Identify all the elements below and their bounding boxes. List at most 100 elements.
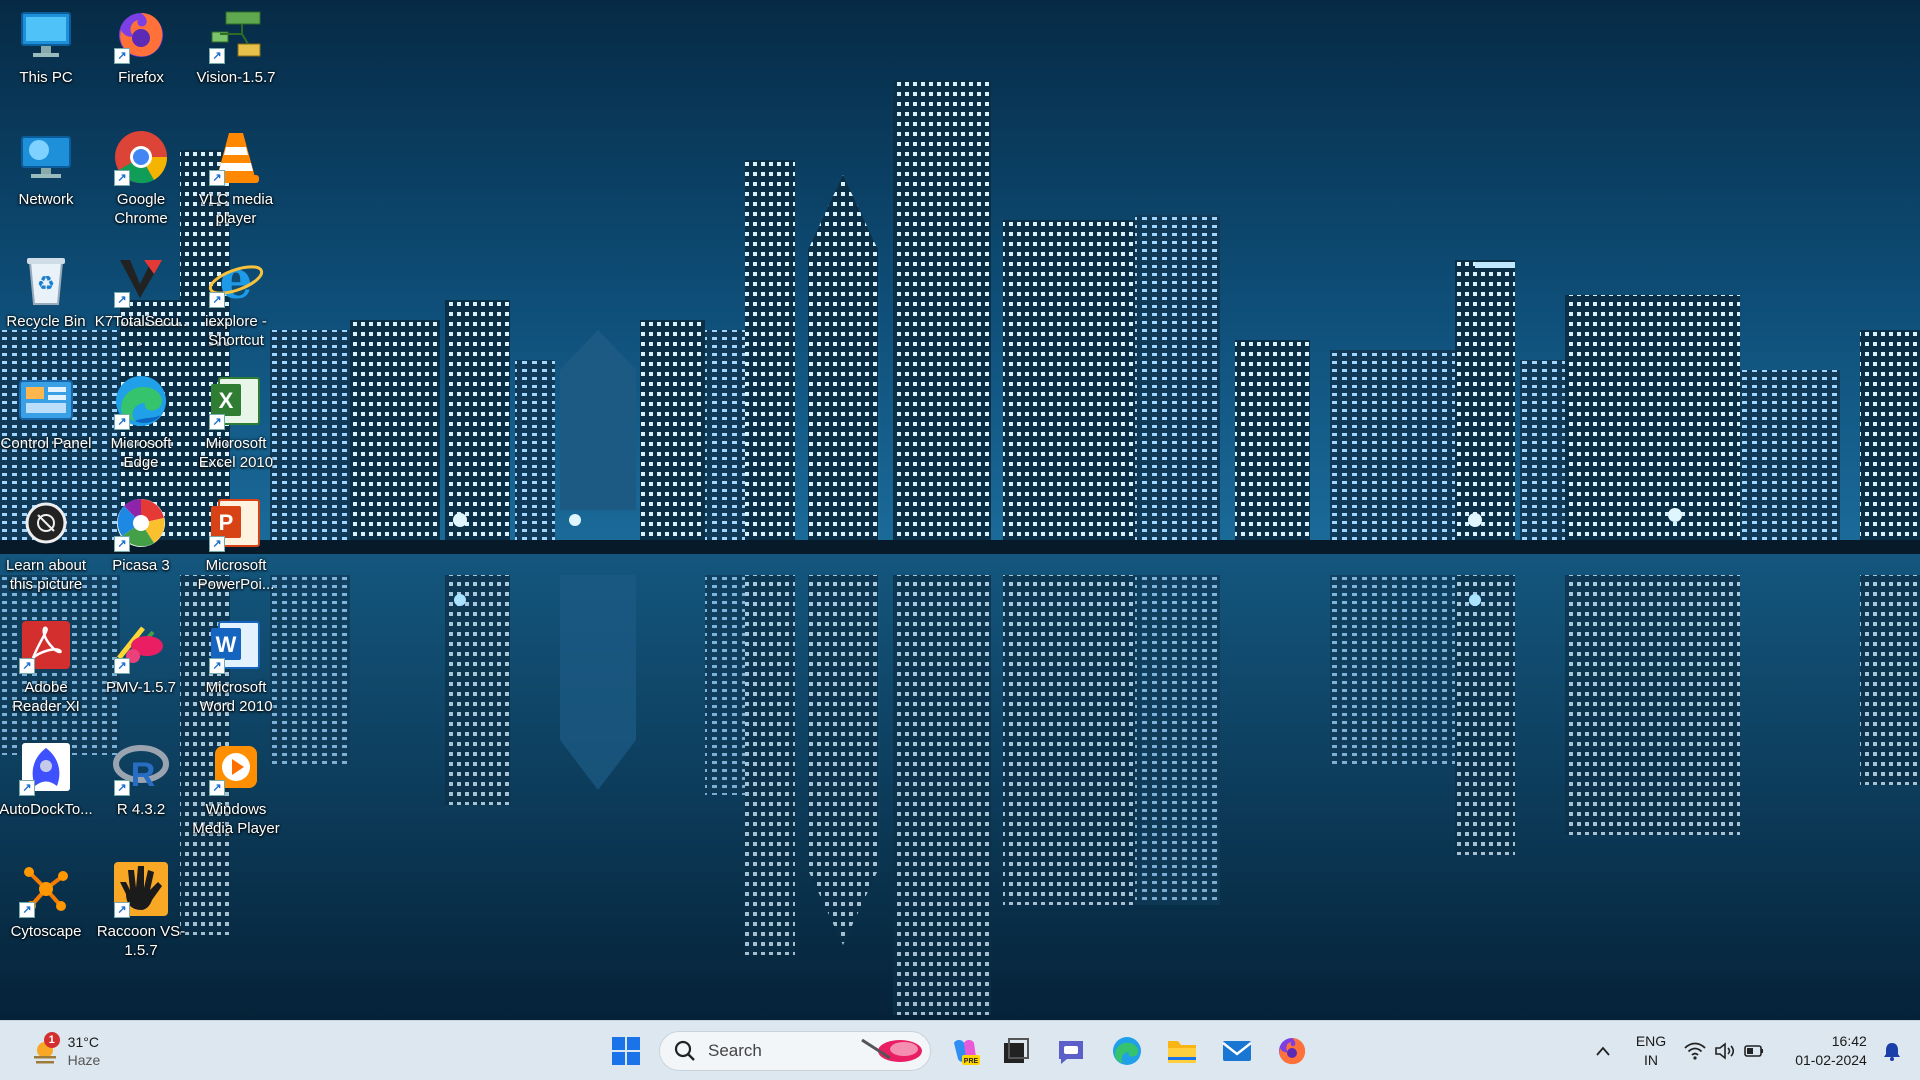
control-panel-icon (17, 372, 75, 430)
shortcut-arrow-icon: ↗ (209, 536, 225, 552)
desktop-icon-label: Google Chrome (114, 191, 168, 227)
desktop-icon-adobe-reader[interactable]: ↗ Adobe Reader XI (0, 610, 92, 728)
svg-text:♻: ♻ (37, 271, 55, 295)
region-code: IN (1644, 1052, 1658, 1068)
svg-text:X: X (219, 388, 234, 413)
desktop-icon-picasa[interactable]: ↗ Picasa 3 (95, 488, 187, 606)
shortcut-arrow-icon: ↗ (209, 658, 225, 674)
desktop-icon-iexplore[interactable]: e ↗ iexplore - Shortcut (190, 244, 282, 362)
r-language-icon: R ↗ (112, 738, 170, 796)
taskbar: 1 31°C Haze Search PRE ENG IN 16:42 01-0… (0, 1020, 1920, 1080)
copilot-button[interactable]: PRE (941, 1021, 987, 1080)
shortcut-arrow-icon: ↗ (114, 780, 130, 796)
desktop-icon-cytoscape[interactable]: ↗ Cytoscape (0, 854, 92, 972)
picasa-icon: ↗ (112, 494, 170, 552)
desktop-icon-label: AutoDockTo... (0, 801, 93, 818)
desktop-icon-raccoon[interactable]: ↗ Raccoon VS-1.5.7 (95, 854, 187, 972)
firefox-button[interactable] (1269, 1021, 1315, 1080)
quick-settings-button[interactable] (1682, 1021, 1766, 1080)
raccoon-hand-icon: ↗ (112, 860, 170, 918)
shortcut-arrow-icon: ↗ (114, 170, 130, 186)
edge-icon: ↗ (112, 372, 170, 430)
desktop-icon-pmv[interactable]: ↗ PMV-1.5.7 (95, 610, 187, 728)
cytoscape-icon: ↗ (17, 860, 75, 918)
desktop-icon-learn-about-picture[interactable]: Learn about this picture (0, 488, 92, 606)
file-explorer-button[interactable] (1159, 1021, 1205, 1080)
notifications-button[interactable] (1876, 1021, 1908, 1080)
desktop-icon-vision[interactable]: ↗ Vision-1.5.7 (190, 0, 282, 118)
edge-icon (1113, 1037, 1141, 1065)
chat-button[interactable] (1048, 1021, 1094, 1080)
desktop-icon-label: This PC (19, 69, 73, 86)
battery-icon (1744, 1045, 1763, 1057)
desktop-icon-label: Microsoft Word 2010 (199, 679, 273, 715)
wifi-icon (1684, 1042, 1706, 1060)
svg-text:W: W (216, 632, 237, 657)
desktop-icon-label: Adobe Reader XI (12, 679, 80, 715)
k7-security-icon: ↗ (112, 250, 170, 308)
desktop-icon-powerpoint[interactable]: P ↗ Microsoft PowerPoi... (190, 488, 282, 606)
desktop-icon-r[interactable]: R ↗ R 4.3.2 (95, 732, 187, 850)
desktop-icon-label: Raccoon VS-1.5.7 (96, 923, 186, 959)
desktop-icon-network[interactable]: Network (0, 122, 92, 240)
internet-explorer-icon: e ↗ (207, 250, 265, 308)
mail-button[interactable] (1214, 1021, 1260, 1080)
computer-icon (17, 6, 75, 64)
search-highlight-brush-icon (861, 1038, 922, 1062)
shortcut-arrow-icon: ↗ (209, 414, 225, 430)
desktop-icon-label: Vision-1.5.7 (196, 69, 276, 86)
bell-icon (1884, 1043, 1900, 1061)
adobe-reader-icon: ↗ (17, 616, 75, 674)
desktop-icon-autodock-tools[interactable]: ↗ AutoDockTo... (0, 732, 93, 850)
shortcut-arrow-icon: ↗ (114, 658, 130, 674)
taskbar-search-box[interactable]: Search (659, 1031, 931, 1071)
shortcut-arrow-icon: ↗ (19, 902, 35, 918)
vision-network-icon: ↗ (207, 6, 265, 64)
shortcut-arrow-icon: ↗ (209, 292, 225, 308)
desktop-icon-label: Network (18, 191, 74, 208)
start-button[interactable] (603, 1021, 649, 1080)
clock-time: 16:42 (1831, 1033, 1867, 1049)
desktop-icon-excel[interactable]: X ↗ Microsoft Excel 2010 (190, 366, 282, 484)
desktop-icon-vlc[interactable]: ↗ VLC media player (190, 122, 282, 240)
weather-widget[interactable]: 1 31°C Haze (20, 1021, 110, 1080)
desktop-icon-label: R 4.3.2 (116, 801, 166, 818)
desktop-icon-microsoft-edge[interactable]: ↗ Microsoft Edge (95, 366, 187, 484)
desktop-icon-label: PMV-1.5.7 (105, 679, 177, 696)
desktop-icon-control-panel[interactable]: Control Panel (0, 366, 92, 484)
powerpoint-icon: P ↗ (207, 494, 265, 552)
desktop-icon-google-chrome[interactable]: ↗ Google Chrome (95, 122, 187, 240)
clock-date-text: 01-02-2024 (1795, 1052, 1867, 1068)
weather-haze-icon: 1 (30, 1032, 60, 1066)
edge-button[interactable] (1104, 1021, 1150, 1080)
shortcut-arrow-icon: ↗ (114, 536, 130, 552)
firefox-icon (1279, 1038, 1306, 1065)
folder-icon (1168, 1041, 1196, 1063)
show-hidden-icons-button[interactable] (1586, 1021, 1620, 1080)
shortcut-arrow-icon: ↗ (209, 170, 225, 186)
pmv-molecule-icon: ↗ (112, 616, 170, 674)
desktop-icon-windows-media-player[interactable]: ↗ Windows Media Player (190, 732, 282, 850)
shortcut-arrow-icon: ↗ (114, 902, 130, 918)
desktop-icon-word[interactable]: W ↗ Microsoft Word 2010 (190, 610, 282, 728)
language-code: ENG (1635, 1033, 1667, 1049)
desktop-icon-label: Picasa 3 (112, 557, 170, 574)
excel-icon: X ↗ (207, 372, 265, 430)
desktop-icon-firefox[interactable]: ↗ Firefox (95, 0, 187, 118)
desktop-icon-k7-total-security[interactable]: ↗ K7TotalSecu... (95, 244, 187, 362)
shortcut-arrow-icon: ↗ (114, 292, 130, 308)
desktop-icon-label: Microsoft PowerPoi... (197, 557, 275, 593)
camera-icon (17, 494, 75, 552)
desktop-icon-this-pc[interactable]: This PC (0, 0, 92, 118)
autodock-icon: ↗ (17, 738, 75, 796)
task-view-button[interactable] (993, 1021, 1039, 1080)
mail-icon (1222, 1041, 1252, 1061)
language-indicator[interactable]: ENG IN (1628, 1021, 1674, 1080)
clock-date[interactable]: 16:42 01-02-2024 (1788, 1021, 1874, 1080)
desktop-icon-recycle-bin[interactable]: ♻ Recycle Bin (0, 244, 92, 362)
vlc-cone-icon: ↗ (207, 128, 265, 186)
desktop-icon-label: Control Panel (0, 435, 92, 452)
word-icon: W ↗ (207, 616, 265, 674)
weather-condition: Haze (67, 1052, 101, 1068)
search-placeholder: Search (708, 1041, 762, 1060)
